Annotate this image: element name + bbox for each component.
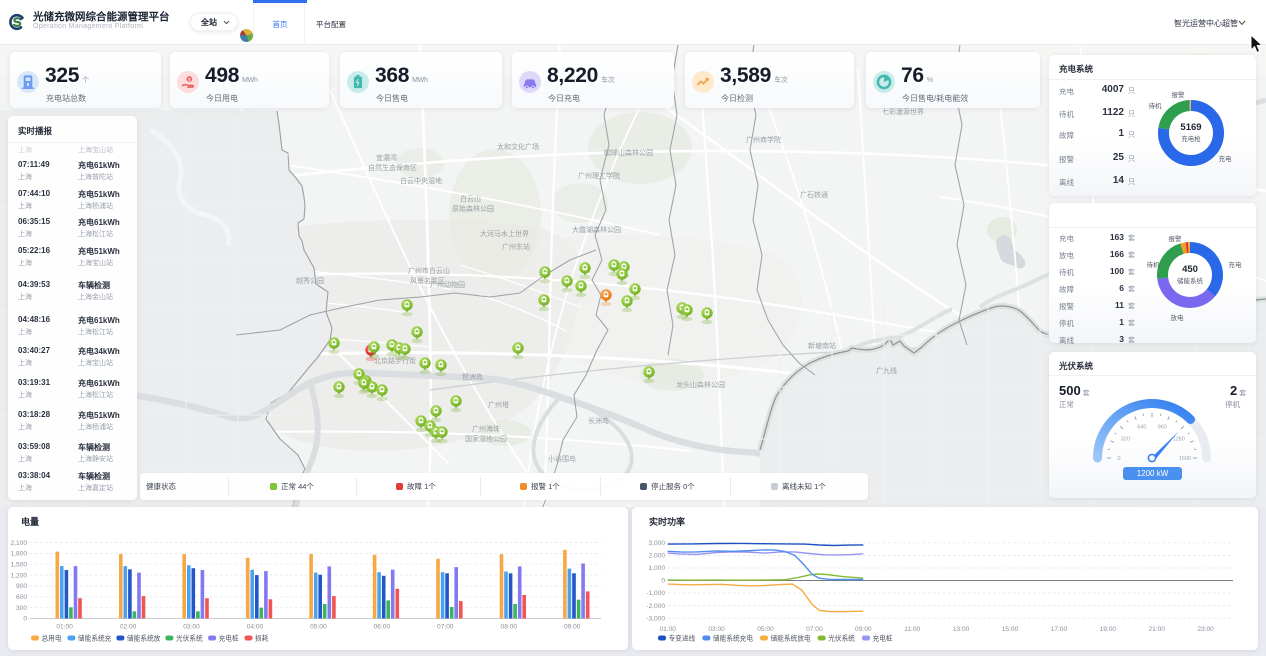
svg-text:大霞湖森林公园: 大霞湖森林公园: [572, 225, 621, 234]
svg-text:05:00: 05:00: [757, 626, 774, 633]
svg-text:320: 320: [1121, 436, 1130, 442]
svg-text:损耗: 损耗: [255, 634, 269, 643]
svg-text:广州东站: 广州东站: [502, 242, 530, 251]
svg-text:5169: 5169: [1180, 122, 1201, 133]
svg-text:2,100: 2,100: [10, 540, 27, 547]
svg-text:23:00: 23:00: [1197, 626, 1214, 633]
svg-text:龙头山森林公园: 龙头山森林公园: [676, 380, 725, 389]
svg-text:充电: 充电: [1219, 154, 1233, 163]
svg-text:03:00: 03:00: [183, 624, 200, 631]
svg-text:17:00: 17:00: [1051, 626, 1068, 633]
svg-text:09:00: 09:00: [855, 626, 872, 633]
svg-text:光伏系统: 光伏系统: [176, 634, 203, 643]
svg-text:07:00: 07:00: [806, 626, 823, 633]
svg-text:琶洲岛: 琶洲岛: [462, 372, 483, 381]
svg-text:1,800: 1,800: [10, 551, 27, 558]
svg-text:储能系统充: 储能系统充: [78, 634, 112, 643]
svg-text:待机: 待机: [1147, 260, 1161, 269]
svg-text:充电桩: 充电桩: [219, 634, 239, 643]
svg-text:储能系统放: 储能系统放: [127, 634, 161, 643]
svg-text:专变进线: 专变进线: [669, 634, 696, 643]
svg-text:08:00: 08:00: [501, 624, 518, 631]
svg-text:1600: 1600: [1179, 456, 1191, 462]
svg-text:06:00: 06:00: [374, 624, 391, 631]
svg-text:报警: 报警: [1172, 90, 1186, 99]
svg-text:07:00: 07:00: [437, 624, 454, 631]
svg-text:小谷围岛: 小谷围岛: [548, 454, 576, 463]
svg-text:长洲岛: 长洲岛: [588, 416, 609, 425]
svg-text:0: 0: [23, 616, 27, 623]
svg-text:白云山: 白云山: [460, 194, 481, 203]
svg-text:储能系统: 储能系统: [1177, 276, 1204, 285]
svg-text:19:00: 19:00: [1100, 626, 1117, 633]
svg-text:广州塔: 广州塔: [488, 400, 509, 409]
svg-text:-1,000: -1,000: [646, 590, 665, 597]
svg-text:白云中央湿地: 白云中央湿地: [400, 176, 442, 185]
svg-text:-2,000: -2,000: [646, 603, 665, 610]
svg-text:04:00: 04:00: [247, 624, 264, 631]
svg-text:15:00: 15:00: [1002, 626, 1019, 633]
svg-text:450: 450: [1182, 264, 1198, 275]
svg-text:自然生态保育区: 自然生态保育区: [368, 163, 417, 172]
svg-text:广州商学院: 广州商学院: [746, 135, 781, 144]
svg-text:0: 0: [661, 578, 665, 585]
svg-text:300: 300: [16, 605, 27, 612]
svg-text:09:00: 09:00: [564, 624, 581, 631]
svg-text:1,200: 1,200: [10, 572, 27, 579]
svg-text:报警: 报警: [1169, 234, 1183, 243]
svg-text:太和文化广场: 太和文化广场: [497, 142, 539, 151]
svg-text:充电桩: 充电桩: [873, 634, 893, 643]
svg-text:21:00: 21:00: [1148, 626, 1165, 633]
svg-text:03:00: 03:00: [708, 626, 725, 633]
svg-text:七彩瀑源世界: 七彩瀑源世界: [882, 107, 924, 116]
svg-text:0: 0: [1117, 456, 1120, 462]
svg-text:广石铁通: 广石铁通: [800, 190, 828, 199]
svg-text:-3,000: -3,000: [646, 615, 665, 622]
svg-text:1,500: 1,500: [10, 562, 27, 569]
svg-text:新塘南站: 新塘南站: [808, 341, 836, 350]
svg-text:640: 640: [1137, 424, 1146, 430]
svg-text:宜濃湾: 宜濃湾: [376, 153, 397, 162]
svg-text:广州理工学院: 广州理工学院: [578, 171, 620, 180]
svg-text:02:00: 02:00: [120, 624, 137, 631]
svg-text:600: 600: [16, 594, 27, 601]
svg-text:960: 960: [1158, 424, 1167, 430]
svg-text:原始森林公园: 原始森林公园: [452, 204, 494, 213]
svg-text:13:00: 13:00: [953, 626, 970, 633]
svg-text:储能系统放电: 储能系统放电: [771, 634, 811, 643]
svg-text:1280: 1280: [1173, 436, 1185, 442]
svg-text:充电枪: 充电枪: [1181, 134, 1201, 143]
svg-text:总用电: 总用电: [42, 634, 62, 643]
svg-text:广州市白云山: 广州市白云山: [408, 266, 450, 275]
svg-text:11:00: 11:00: [904, 626, 920, 633]
svg-text:01:00: 01:00: [56, 624, 73, 631]
svg-text:05:00: 05:00: [310, 624, 327, 631]
svg-text:待机: 待机: [1149, 101, 1163, 110]
svg-text:1,000: 1,000: [648, 565, 665, 572]
svg-text:广州动物园: 广州动物园: [430, 280, 465, 289]
svg-text:帽峰山森林公园: 帽峰山森林公园: [604, 148, 653, 157]
svg-text:广州海珠: 广州海珠: [472, 424, 500, 433]
svg-text:3,000: 3,000: [648, 540, 665, 547]
svg-text:900: 900: [16, 583, 27, 590]
svg-text:放电: 放电: [1171, 313, 1185, 322]
svg-text:国家湿地公园: 国家湿地公园: [465, 434, 507, 443]
svg-text:广九线: 广九线: [876, 366, 897, 375]
svg-text:越秀公园: 越秀公园: [296, 276, 324, 285]
svg-text:2,000: 2,000: [648, 553, 665, 560]
svg-text:大河马水上世界: 大河马水上世界: [480, 229, 529, 238]
svg-text:光伏系统: 光伏系统: [828, 634, 855, 643]
svg-text:01:00: 01:00: [659, 626, 676, 633]
svg-text:充电: 充电: [1229, 260, 1243, 269]
svg-text:储能系统充电: 储能系统充电: [713, 634, 753, 643]
